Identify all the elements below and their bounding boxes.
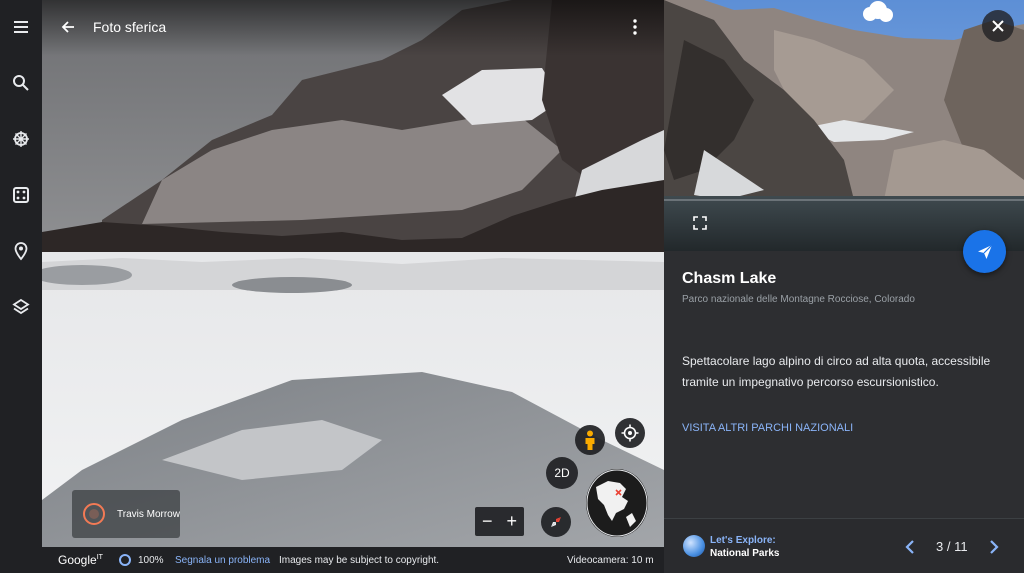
camera-altitude: Videocamera: 10 m <box>567 555 654 566</box>
copyright-text: Images may be subject to copyright. <box>279 555 440 566</box>
toggle-2d-button[interactable]: 2D <box>546 457 578 489</box>
next-button[interactable] <box>984 536 1004 558</box>
zoom-percent: 100% <box>138 555 164 566</box>
contributor-card[interactable]: Travis Morrow <box>72 490 180 538</box>
report-problem-link[interactable]: Segnala un problema <box>175 555 270 566</box>
more-options-button[interactable] <box>625 15 645 39</box>
menu-icon <box>14 21 28 33</box>
pegman-icon <box>585 430 595 450</box>
compass-icon <box>551 517 561 527</box>
map-style-button[interactable] <box>0 287 42 327</box>
mini-globe[interactable] <box>586 469 648 537</box>
my-location-button[interactable] <box>615 418 645 448</box>
place-name: Chasm Lake <box>682 270 777 287</box>
place-photo[interactable] <box>664 0 1024 251</box>
more-vert-icon <box>633 19 637 35</box>
place-description: Spettacolare lago alpino di circo ad alt… <box>682 354 991 389</box>
feeling-lucky-button[interactable] <box>0 175 42 215</box>
globe-icon <box>586 469 648 537</box>
collection-title: Let's Explore: <box>710 535 776 546</box>
page-title: Foto sferica <box>93 19 167 35</box>
brand-suffix: IT <box>96 554 103 561</box>
panorama-image[interactable] <box>42 0 664 573</box>
voyager-button[interactable] <box>0 119 42 159</box>
search-icon <box>13 75 29 91</box>
place-subtitle: Parco nazionale delle Montagne Rocciose,… <box>682 294 915 305</box>
place-photo-image <box>664 0 1024 251</box>
projects-button[interactable] <box>0 231 42 271</box>
zoom-out-button[interactable]: − <box>475 507 500 536</box>
pager-count: 3 / 11 <box>936 539 968 554</box>
collection-subtitle: National Parks <box>710 548 780 559</box>
feeling-lucky-dice-icon <box>13 187 29 203</box>
menu-button[interactable] <box>0 7 42 47</box>
sidebar <box>0 0 42 573</box>
previous-button[interactable] <box>900 536 920 558</box>
close-icon <box>992 20 1004 32</box>
contributor-avatar <box>83 503 105 525</box>
pegman-button[interactable] <box>575 425 605 455</box>
zoom-controls: − + <box>475 507 524 536</box>
compass-button[interactable] <box>541 507 571 537</box>
my-location-icon <box>621 424 639 442</box>
knowledge-card: Chasm Lake Parco nazionale delle Montagn… <box>664 0 1024 573</box>
close-button[interactable] <box>982 10 1014 42</box>
google-logo: GoogleIT <box>58 553 103 567</box>
chevron-right-icon <box>990 540 999 554</box>
send-icon <box>977 244 992 259</box>
search-button[interactable] <box>0 63 42 103</box>
share-button[interactable] <box>963 230 1006 273</box>
zoom-in-button[interactable]: + <box>500 507 525 536</box>
street-view-footer: GoogleIT 100% Segnala un problema Images… <box>42 547 664 573</box>
earth-app: Foto sferica Travis Morrow 2D − + Google… <box>0 0 1024 573</box>
map-style-layers-icon <box>12 298 30 315</box>
street-view[interactable]: Foto sferica Travis Morrow 2D − + Google… <box>42 0 664 573</box>
visit-parks-link[interactable]: VISITA ALTRI PARCHI NAZIONALI <box>682 422 853 434</box>
fullscreen-icon[interactable] <box>692 215 708 231</box>
projects-pin-icon <box>14 242 28 261</box>
arrow-back-icon <box>61 21 74 33</box>
chevron-left-icon <box>905 540 914 554</box>
voyager-icon <box>13 131 29 147</box>
collection-logo <box>683 535 705 557</box>
contributor-name: Travis Morrow <box>117 508 180 520</box>
back-button[interactable] <box>56 15 80 39</box>
collection-footer: Let's Explore: National Parks 3 / 11 <box>664 518 1024 573</box>
zoom-level-icon <box>119 554 131 566</box>
brand-text: Google <box>58 553 97 567</box>
